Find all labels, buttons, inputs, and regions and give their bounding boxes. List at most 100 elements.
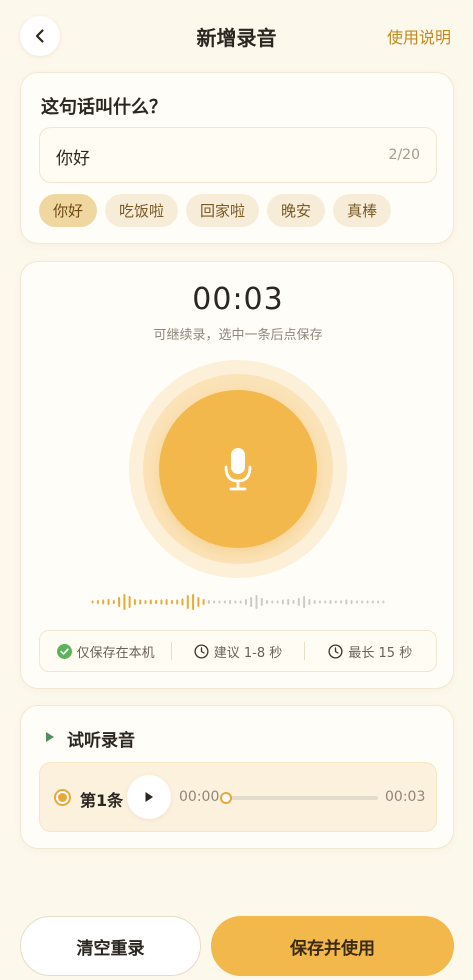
- waveform-bar: [250, 597, 253, 607]
- waveform-bar: [170, 600, 173, 604]
- waveform-bar: [139, 599, 142, 605]
- suggestion-chips: 你好 吃饭啦 回家啦 晚安 真棒: [39, 194, 392, 227]
- info-bar: 仅保存在本机 建议 1-8 秒 最长 15 秒: [39, 630, 437, 672]
- waveform-bar: [202, 599, 205, 605]
- waveform-bar: [186, 595, 189, 609]
- waveform-bar: [345, 599, 348, 605]
- info-suggested-length: 建议 1-8 秒: [172, 642, 303, 661]
- chip-huijiala[interactable]: 回家啦: [186, 194, 260, 227]
- waveform-bar: [144, 600, 147, 604]
- microphone-icon: [224, 448, 252, 491]
- waveform-bar: [287, 599, 290, 605]
- preview-card: 试听录音 第1条 00:00 00:03: [20, 705, 454, 849]
- waveform-bar: [223, 600, 226, 604]
- waveform-bar: [213, 600, 216, 604]
- waveform-bar: [234, 600, 237, 604]
- waveform-bar: [118, 597, 121, 607]
- chip-nihao[interactable]: 你好: [39, 194, 98, 227]
- waveform-bar: [102, 599, 105, 605]
- waveform-bar: [160, 599, 163, 605]
- waveform-bar: [218, 600, 221, 604]
- chip-wanan[interactable]: 晚安: [267, 194, 326, 227]
- waveform-bar: [361, 600, 364, 604]
- current-time: 00:00: [179, 789, 220, 805]
- waveform-bar: [181, 598, 184, 606]
- waveform-bar: [107, 599, 110, 605]
- waveform-bar: [229, 600, 232, 604]
- clip-row[interactable]: 第1条 00:00 00:03: [39, 762, 437, 832]
- waveform-bar: [239, 600, 242, 604]
- clear-rerecord-button[interactable]: 清空重录: [20, 916, 201, 976]
- play-button[interactable]: [127, 775, 171, 819]
- check-circle-icon: [56, 643, 72, 659]
- waveform-bar: [197, 597, 200, 607]
- chip-zhenbang[interactable]: 真棒: [333, 194, 392, 227]
- name-input[interactable]: 你好 2/20: [39, 127, 437, 183]
- waveform-bar: [281, 599, 284, 605]
- name-question: 这句话叫什么？: [41, 97, 167, 118]
- waveform-bar: [371, 600, 374, 604]
- clock-icon: [328, 643, 343, 659]
- waveform-bar: [382, 600, 385, 604]
- chip-chifanla[interactable]: 吃饭啦: [105, 194, 179, 227]
- info-suggested-length-text: 建议 1-8 秒: [213, 645, 283, 661]
- waveform-bar: [123, 594, 126, 610]
- name-card: 这句话叫什么？ 你好 2/20 你好 吃饭啦 回家啦 晚安 真棒: [20, 72, 454, 244]
- name-input-value[interactable]: 你好: [56, 144, 90, 169]
- progress-handle[interactable]: [220, 792, 232, 804]
- waveform-bar: [308, 599, 311, 605]
- info-max-length: 最长 15 秒: [305, 642, 436, 661]
- info-max-length-text: 最长 15 秒: [348, 645, 413, 661]
- waveform-bar: [324, 600, 327, 604]
- waveform-bar: [313, 600, 316, 604]
- clip-label: 第1条: [80, 791, 124, 810]
- duration: 00:03: [385, 789, 426, 805]
- waveform-bar: [271, 600, 274, 604]
- waveform-bar: [276, 600, 279, 604]
- record-button[interactable]: [159, 390, 317, 548]
- waveform-bar: [355, 600, 358, 604]
- waveform-bar: [149, 599, 152, 605]
- header: 新增录音 使用说明: [0, 0, 473, 70]
- waveform-bar: [165, 599, 168, 605]
- save-and-use-button[interactable]: 保存并使用: [211, 916, 454, 976]
- waveform-bar: [128, 596, 131, 608]
- waveform-bar: [155, 600, 158, 604]
- record-timer: 00:03: [192, 282, 284, 317]
- waveform-bar: [366, 600, 369, 604]
- waveform-bar: [377, 600, 380, 604]
- play-triangle-icon: [46, 732, 54, 742]
- help-link[interactable]: 使用说明: [387, 24, 451, 48]
- new-recording-page: 新增录音 使用说明 这句话叫什么？ 你好 2/20 你好 吃饭啦 回家啦 晚安 …: [0, 0, 473, 980]
- waveform: [91, 594, 385, 610]
- clock-icon: [194, 643, 209, 659]
- clip-radio[interactable]: [54, 789, 71, 806]
- progress-track[interactable]: [226, 796, 378, 800]
- info-local-only-text: 仅保存在本机: [76, 645, 155, 661]
- waveform-bar: [260, 598, 263, 606]
- info-local-only: 仅保存在本机: [40, 642, 171, 661]
- char-count: 2/20: [388, 147, 420, 163]
- preview-title: 试听录音: [67, 731, 135, 751]
- waveform-bar: [292, 600, 295, 604]
- play-icon: [145, 792, 153, 802]
- waveform-bar: [255, 595, 258, 609]
- waveform-bar: [96, 600, 99, 604]
- waveform-bar: [266, 600, 269, 604]
- waveform-bar: [340, 600, 343, 604]
- record-card: 00:03 可继续录，选中一条后点保存 仅保存在本机 建议 1-8 秒 最长 1…: [20, 261, 454, 689]
- waveform-bar: [244, 599, 247, 605]
- waveform-bar: [133, 599, 136, 605]
- waveform-bar: [303, 596, 306, 608]
- waveform-bar: [192, 594, 195, 610]
- record-hint: 可继续录，选中一条后点保存: [153, 328, 323, 343]
- waveform-bar: [112, 600, 115, 604]
- waveform-bar: [329, 600, 332, 604]
- waveform-bar: [207, 600, 210, 604]
- waveform-bar: [176, 599, 179, 605]
- waveform-bar: [350, 600, 353, 604]
- waveform-bar: [91, 600, 94, 604]
- waveform-bar: [334, 600, 337, 604]
- waveform-bar: [318, 600, 321, 604]
- waveform-bar: [297, 598, 300, 606]
